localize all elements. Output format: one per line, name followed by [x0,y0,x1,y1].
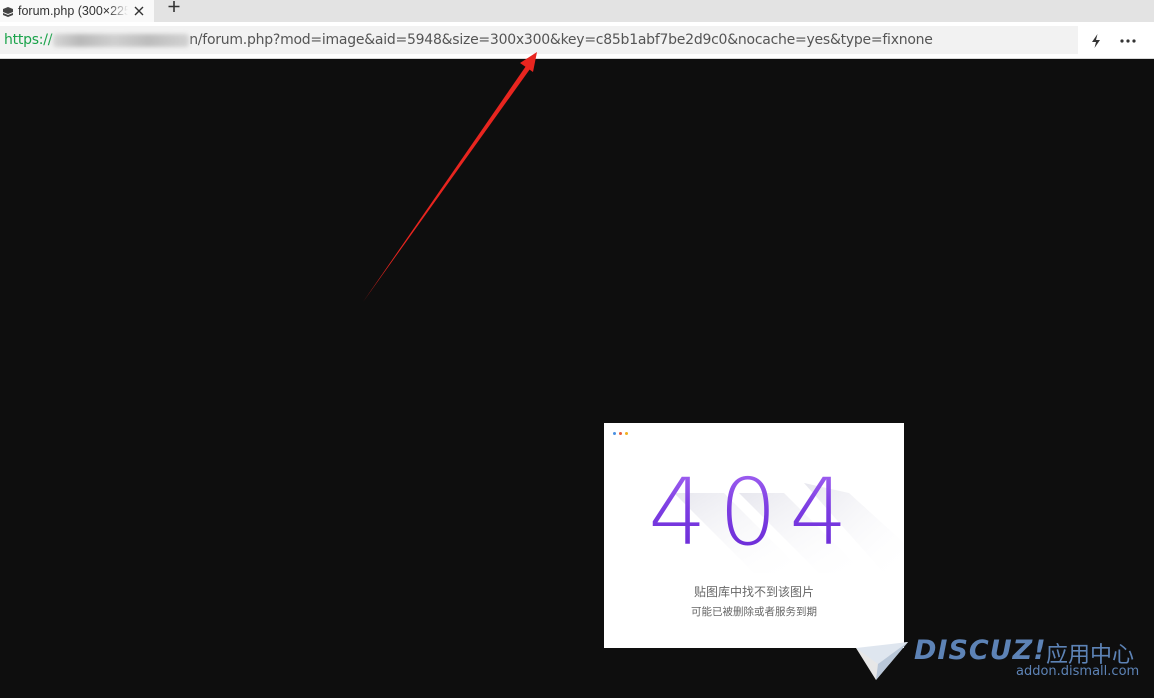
error-submessage: 可能已被删除或者服务到期 [691,606,817,618]
address-bar: https:// n/forum.php?mod=image&aid=5948&… [0,22,1154,59]
browser-tab[interactable]: forum.php (300×225) [0,0,154,22]
tab-strip: forum.php (300×225) [0,0,1154,22]
dot-red [619,432,622,435]
error-image: 404 贴图库中找不到该图片 可能已被删除或者服务到期 [604,423,904,648]
plus-icon[interactable] [164,0,184,14]
more-icon[interactable] [1118,31,1138,51]
discuz-favicon-icon [2,5,14,17]
paper-plane-icon [856,642,908,680]
dot-yellow [625,432,628,435]
blurred-domain [53,33,190,47]
url-input[interactable]: https:// n/forum.php?mod=image&aid=5948&… [0,26,1078,54]
watermark-brand: DISCUZ! [914,635,1047,666]
annotation-arrow [363,52,537,302]
error-code: 404 [604,467,904,559]
window-dots [613,432,628,435]
lightning-icon[interactable] [1086,31,1106,51]
watermark-site: addon.dismall.com [1016,664,1140,679]
url-path: n/forum.php?mod=image&aid=5948&size=300x… [189,32,933,48]
watermark: DISCUZ! 应用中心 addon.dismall.com [854,634,1154,698]
error-message: 贴图库中找不到该图片 [693,585,814,599]
dot-blue [613,432,616,435]
close-icon[interactable] [132,3,146,19]
tab-title: forum.php (300×225) [18,4,128,18]
url-scheme: https:// [4,32,53,48]
